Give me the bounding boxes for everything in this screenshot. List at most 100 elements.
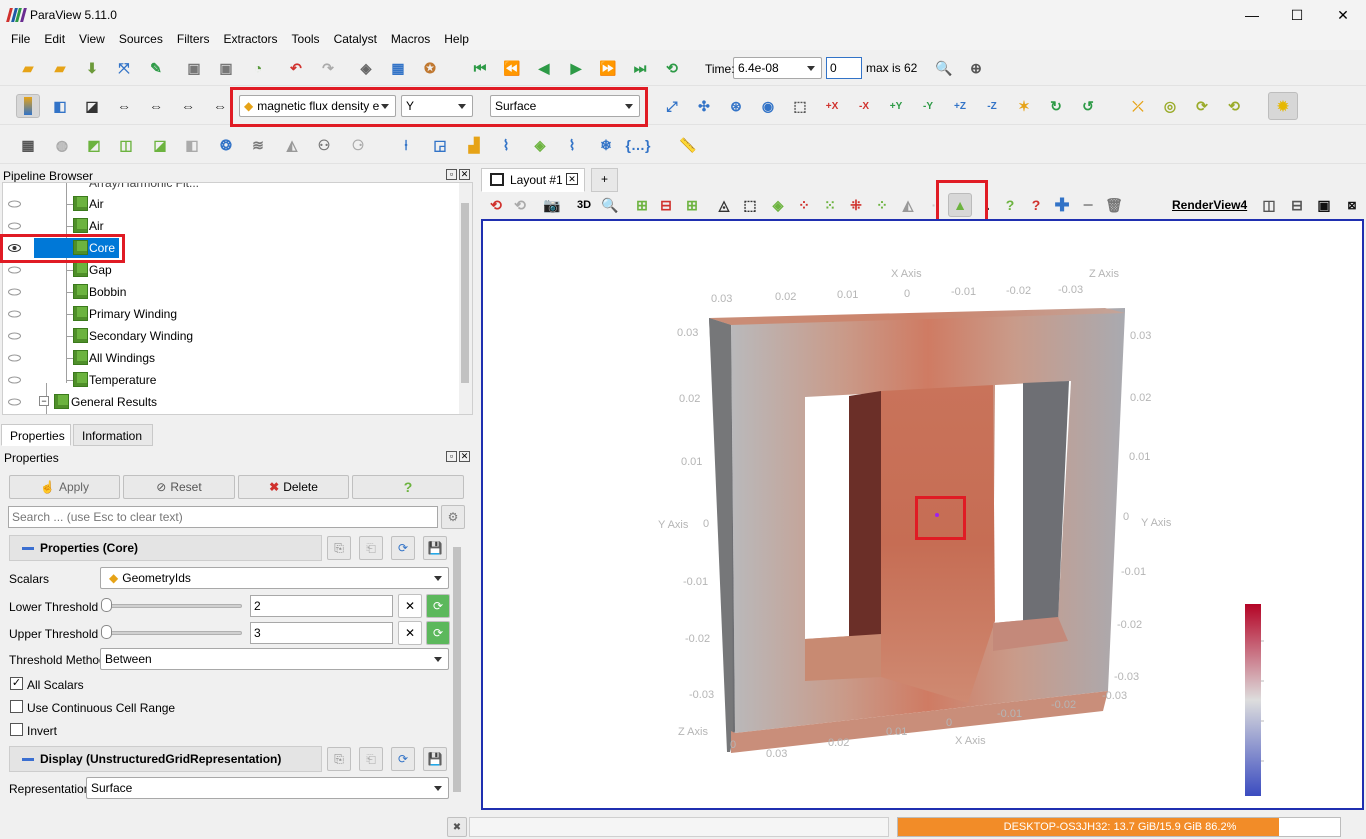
light-kit-icon[interactable]: ✹ — [1268, 92, 1298, 120]
tree-row-air[interactable]: Air — [3, 215, 463, 237]
float-icon[interactable]: ▫ — [446, 169, 457, 180]
time-select[interactable]: 6.4e-08 — [733, 57, 822, 79]
next-frame-icon[interactable]: ⏩ — [596, 56, 620, 80]
subtract-selection-icon[interactable]: − — [1076, 193, 1100, 217]
memory-bar[interactable]: DESKTOP-OS3JH32: 13.7 GiB/15.9 GiB 86.2% — [897, 817, 1341, 837]
open-folder-icon[interactable]: ▰ — [48, 56, 72, 80]
maximize-button[interactable]: ☐ — [1282, 4, 1312, 26]
restore-defaults-icon[interactable]: ⟳ — [391, 536, 415, 560]
advanced-gear-icon[interactable]: ⚙ — [441, 505, 465, 529]
rotate-minus-90-icon[interactable]: ↺ — [1076, 94, 1100, 118]
section-display[interactable]: Display (UnstructuredGridRepresentation) — [9, 746, 322, 772]
select-cells-icon[interactable]: ⊞ — [630, 193, 654, 217]
play-backward-icon[interactable]: ◀ — [532, 56, 556, 80]
eye-hidden-icon[interactable] — [8, 286, 21, 296]
menu-extractors[interactable]: Extractors — [217, 30, 285, 50]
minimize-button[interactable]: — — [1237, 4, 1267, 26]
upper-threshold-slider[interactable] — [102, 631, 242, 635]
slice-icon[interactable]: ◫ — [114, 133, 138, 157]
shrink-selection-icon[interactable]: ⁘ — [870, 193, 894, 217]
clip-icon[interactable]: ◩ — [82, 133, 106, 157]
python-shell-icon[interactable]: ✎ — [144, 56, 168, 80]
eye-hidden-icon[interactable] — [8, 374, 21, 384]
zoom-to-box-icon[interactable]: 🔍 — [598, 193, 622, 217]
abort-icon[interactable]: ✖ — [447, 817, 467, 837]
tree-row-bobbin[interactable]: Bobbin — [3, 281, 463, 303]
component-select[interactable]: Y — [401, 95, 473, 117]
plot-over-line-icon[interactable]: ◲ — [428, 133, 452, 157]
tree-row-temperature[interactable]: Temperature — [3, 369, 463, 391]
previous-frame-icon[interactable]: ⏪ — [500, 56, 524, 80]
eye-hidden-icon[interactable] — [8, 330, 21, 340]
warp-icon[interactable]: ◭ — [280, 133, 304, 157]
copy-icon[interactable]: ⎘ — [327, 747, 351, 771]
view-plus-z-icon[interactable]: +Z — [948, 94, 972, 118]
group-datasets-icon[interactable]: ⚇ — [312, 133, 336, 157]
eye-hidden-icon[interactable] — [8, 396, 21, 406]
rescale-visible-icon[interactable]: ⇔ — [144, 94, 168, 118]
isometric-view-icon[interactable]: ✶ — [1012, 94, 1036, 118]
float-icon[interactable]: ▫ — [446, 451, 457, 462]
threshold-method-select[interactable]: Between — [100, 648, 449, 670]
reset-session-icon[interactable]: ⟲ — [484, 193, 508, 217]
rotate-plus-90-icon[interactable]: ↻ — [1044, 94, 1068, 118]
pick-center-icon[interactable]: ⬚ — [788, 94, 812, 118]
stream-tracer-icon[interactable]: ≋ — [246, 133, 270, 157]
close-button[interactable]: ✕ — [1328, 4, 1358, 26]
hover-points-icon[interactable]: ⁙ — [818, 193, 842, 217]
select-block-icon[interactable]: ◬ — [712, 193, 736, 217]
reset-camera-icon[interactable]: ⤢ — [660, 94, 684, 118]
representation-select[interactable]: Surface — [490, 95, 640, 117]
add-layout-button[interactable]: + — [591, 168, 618, 192]
color-by-select[interactable]: ◆ magnetic flux density e — [239, 95, 396, 117]
invert-checkbox[interactable] — [10, 723, 23, 736]
plot-data-icon[interactable]: ⌇ — [494, 133, 518, 157]
load-state-icon[interactable]: ▣ — [214, 56, 238, 80]
tree-row-core[interactable]: Core — [3, 237, 463, 259]
continuous-range-checkbox[interactable] — [10, 700, 23, 713]
delete-button[interactable]: ✖ Delete — [238, 475, 349, 499]
reset-range-icon[interactable]: ◪ — [80, 94, 104, 118]
close-view-icon[interactable]: ⊠ — [1340, 193, 1364, 217]
probe-icon[interactable]: ⍿ — [394, 133, 418, 157]
menu-tools[interactable]: Tools — [285, 30, 327, 50]
zoom-closest-icon[interactable]: ✣ — [692, 94, 716, 118]
plot-selection-icon[interactable]: ⌇ — [560, 133, 584, 157]
tab-properties[interactable]: Properties — [1, 424, 71, 446]
paste-icon[interactable]: ⎗ — [359, 747, 383, 771]
find-data-icon[interactable]: 🔍 — [932, 56, 956, 80]
capture-icon[interactable]: ⟲ — [508, 193, 532, 217]
edit-color-map-icon[interactable]: ◧ — [48, 94, 72, 118]
temporal-icon[interactable]: ❄ — [594, 133, 618, 157]
split-vertical-icon[interactable]: ⊟ — [1285, 193, 1309, 217]
extract-level-icon[interactable]: ⚆ — [346, 133, 370, 157]
undo-icon[interactable]: ↶ — [284, 56, 308, 80]
screenshot-icon[interactable]: 📷 — [540, 193, 564, 217]
show-center-icon[interactable]: ⊛ — [724, 94, 748, 118]
help-button[interactable]: ? — [352, 475, 464, 499]
zoom-data-icon[interactable]: ⊕ — [964, 56, 988, 80]
connect-icon[interactable]: ⤧ — [112, 56, 136, 80]
all-scalars-checkbox[interactable]: ✓ — [10, 677, 23, 690]
rescale-custom-icon[interactable]: ⇔ — [112, 94, 136, 118]
cell-label-query-icon[interactable]: ? — [998, 193, 1022, 217]
maximize-view-icon[interactable]: ▣ — [1312, 193, 1336, 217]
menu-filters[interactable]: Filters — [170, 30, 217, 50]
view-minus-x-icon[interactable]: -X — [852, 94, 876, 118]
extract-selection-icon[interactable]: ◭ — [896, 193, 920, 217]
point-label-query-icon[interactable]: ? — [1024, 193, 1048, 217]
tab-information[interactable]: Information — [73, 424, 153, 446]
view-plus-y-icon[interactable]: +Y — [884, 94, 908, 118]
clear-upper-icon[interactable]: ✕ — [398, 621, 422, 645]
save-state-icon[interactable]: ▣ — [182, 56, 206, 80]
extract-subset-icon[interactable]: ◧ — [180, 133, 204, 157]
reset-button[interactable]: ⊘ Reset — [123, 475, 235, 499]
properties-scrollbar[interactable] — [451, 535, 463, 803]
section-properties-core[interactable]: Properties (Core) — [9, 535, 322, 561]
save-defaults-icon[interactable]: 💾 — [423, 536, 447, 560]
paste-icon[interactable]: ⎗ — [359, 536, 383, 560]
tree-row-general-results[interactable]: − General Results — [3, 391, 463, 413]
play-icon[interactable]: ▶ — [564, 56, 588, 80]
contour-icon[interactable]: ◍ — [50, 133, 74, 157]
ruler-icon[interactable]: 📏 — [676, 133, 700, 157]
